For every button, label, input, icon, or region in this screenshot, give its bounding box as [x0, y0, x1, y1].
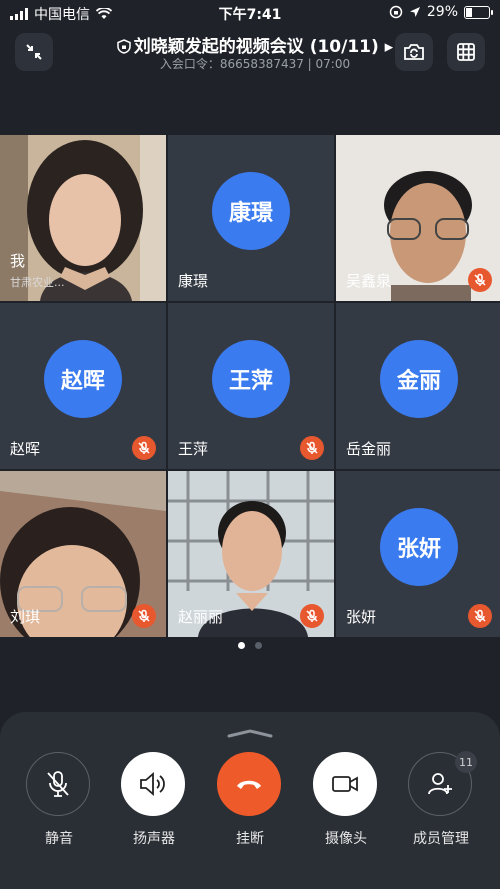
members-label: 成员管理 — [413, 831, 469, 847]
participant-name: 吴鑫泉 — [346, 272, 392, 290]
muted-mic-icon — [468, 268, 492, 292]
participant-name: 刘琪 — [10, 608, 41, 626]
avatar: 张妍 — [380, 508, 458, 586]
participant-name: 张妍 — [346, 608, 377, 626]
participant-tile[interactable]: 张妍 张妍 — [336, 471, 500, 637]
participant-tile[interactable]: 吴鑫泉 — [336, 135, 500, 301]
minimize-button[interactable] — [15, 33, 53, 71]
participant-tile[interactable]: 赵丽丽 — [168, 471, 334, 637]
switch-camera-button[interactable] — [395, 33, 433, 71]
speaker-icon — [140, 772, 165, 796]
camera-button[interactable] — [313, 752, 377, 816]
muted-mic-icon — [300, 436, 324, 460]
video-camera-icon — [332, 776, 358, 792]
avatar: 赵晖 — [44, 340, 122, 418]
battery-icon — [464, 5, 493, 19]
muted-mic-icon — [468, 604, 492, 628]
speaker-control[interactable]: 扬声器 — [121, 752, 187, 848]
mute-label: 静音 — [45, 831, 73, 847]
location-icon — [409, 7, 420, 17]
hangup-control[interactable]: 挂断 — [217, 752, 283, 848]
page-indicator[interactable] — [0, 642, 500, 649]
orientation-lock-icon — [389, 5, 403, 19]
participant-name: 我 — [10, 252, 26, 270]
add-member-icon — [428, 773, 452, 795]
switch-camera-icon — [404, 44, 424, 60]
avatar: 金丽 — [380, 340, 458, 418]
expand-handle-icon[interactable] — [225, 728, 275, 738]
mute-control[interactable]: 静音 — [26, 752, 92, 848]
page-dot-active[interactable] — [238, 642, 245, 649]
participant-tile[interactable]: 王萍 王萍 — [168, 303, 334, 469]
page-dot[interactable] — [255, 642, 262, 649]
speaker-button[interactable] — [121, 752, 185, 816]
participant-name: 王萍 — [178, 440, 209, 458]
mute-button[interactable] — [26, 752, 90, 816]
participant-tile[interactable]: 赵晖 赵晖 — [0, 303, 166, 469]
participant-tile[interactable]: 我 甘肃农业... — [0, 135, 166, 301]
status-right: 29% — [389, 4, 493, 20]
participant-name: 赵丽丽 — [178, 608, 224, 626]
avatar: 康璟 — [212, 172, 290, 250]
battery-percent: 29% — [426, 4, 458, 20]
members-control[interactable]: 11 成员管理 — [408, 751, 477, 848]
members-button[interactable]: 11 — [408, 751, 477, 816]
status-bar: 中国电信 下午7:41 29% — [0, 0, 500, 26]
lock-shield-icon — [117, 39, 131, 54]
participant-org: 甘肃农业... — [10, 276, 65, 289]
muted-mic-icon — [132, 436, 156, 460]
grid-icon — [457, 43, 475, 61]
mic-off-icon — [47, 771, 69, 797]
hangup-label: 挂断 — [236, 831, 264, 847]
participant-name: 赵晖 — [10, 440, 41, 458]
hangup-icon — [237, 780, 261, 789]
participant-tile[interactable]: 刘琪 — [0, 471, 166, 637]
meeting-code: 入会口令：86658387437 | 07:00 — [159, 57, 351, 71]
grid-view-button[interactable] — [447, 33, 485, 71]
member-count-badge: 11 — [455, 751, 477, 773]
participant-tile[interactable]: 金丽 岳金丽 — [336, 303, 500, 469]
participant-tile[interactable]: 康璟 康璟 — [168, 135, 334, 301]
meeting-title[interactable]: 刘晓颖发起的视频会议 (10/11) ▸ — [110, 32, 400, 57]
participant-name: 岳金丽 — [346, 440, 392, 458]
speaker-label: 扬声器 — [133, 831, 175, 847]
camera-control[interactable]: 摄像头 — [313, 752, 379, 848]
muted-mic-icon — [300, 604, 324, 628]
camera-label: 摄像头 — [325, 831, 367, 847]
meeting-title-text: 刘晓颖发起的视频会议 (10/11) ▸ — [133, 37, 394, 57]
participant-name: 康璟 — [178, 272, 209, 290]
shrink-icon — [26, 44, 42, 60]
muted-mic-icon — [132, 604, 156, 628]
hangup-button[interactable] — [217, 752, 281, 816]
participant-grid: 我 甘肃农业... 康璟 康璟 吴鑫泉 赵晖 赵晖 王萍 王萍 金丽 岳金丽 刘… — [0, 135, 500, 637]
avatar: 王萍 — [212, 340, 290, 418]
